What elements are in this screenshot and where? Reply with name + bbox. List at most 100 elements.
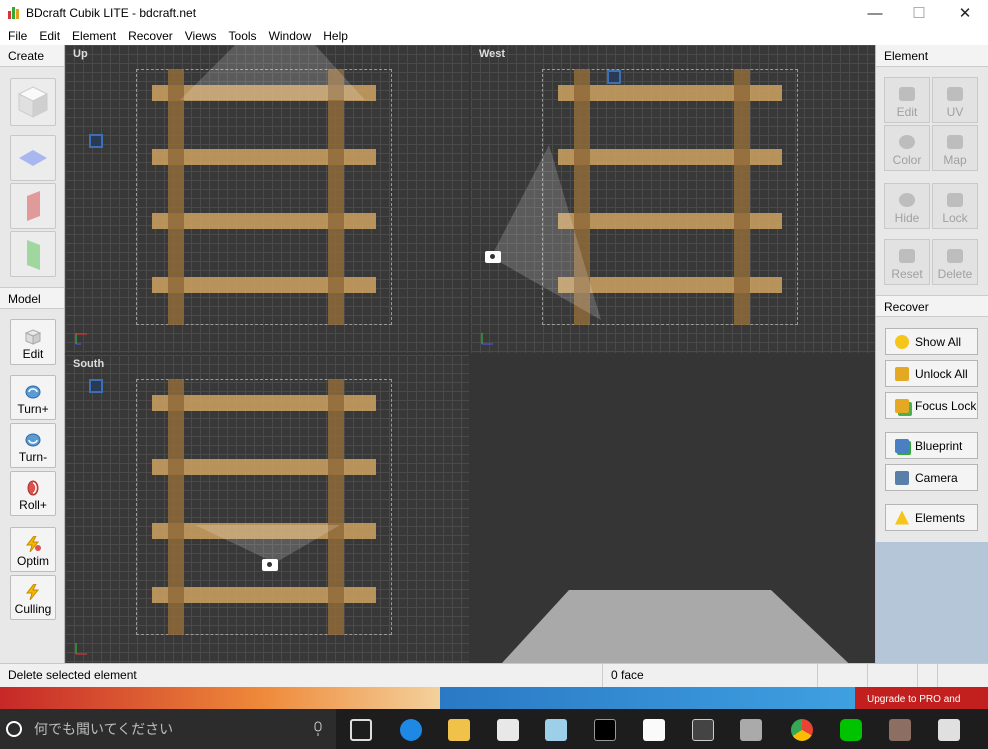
element-delete-button[interactable]: Delete <box>932 239 978 285</box>
unlock-all-button[interactable]: Unlock All <box>885 360 978 387</box>
snipping-tool-icon[interactable] <box>545 719 567 741</box>
unlock-all-label: Unlock All <box>915 366 968 381</box>
edit-cube-icon <box>24 329 42 345</box>
element-uv-button[interactable]: UV <box>932 77 978 123</box>
status-message: Delete selected element <box>0 664 603 687</box>
camera-icon[interactable] <box>485 251 501 263</box>
create-plane-horizontal-button[interactable] <box>10 135 56 181</box>
menu-window[interactable]: Window <box>263 29 318 43</box>
title-bar: BDcraft Cubik LITE - bdcraft.net — ☐ ✕ <box>0 0 988 26</box>
culling-label: Culling <box>14 602 52 616</box>
viewport-perspective[interactable] <box>471 355 875 663</box>
element-uv-label: UV <box>946 105 964 119</box>
menu-tools[interactable]: Tools <box>223 29 263 43</box>
turn-minus-button[interactable]: Turn- <box>10 423 56 468</box>
create-plane-red-button[interactable] <box>10 183 56 229</box>
unlock-icon <box>895 366 909 381</box>
optim-label: Optim <box>16 554 49 568</box>
blueprint-button[interactable]: Blueprint <box>885 432 978 459</box>
camera-icon[interactable] <box>262 559 278 571</box>
right-panel: Element Edit UV Color Map Hide Lock Rese… <box>875 45 988 663</box>
viewport-west[interactable]: West <box>471 45 875 353</box>
bulb-icon <box>895 334 909 349</box>
node-marker-icon[interactable] <box>89 134 103 148</box>
calculator-icon[interactable] <box>692 719 714 741</box>
roll-plus-label: Roll+ <box>19 498 47 512</box>
rail-vertical <box>328 69 344 325</box>
roll-plus-button[interactable]: Roll+ <box>10 471 56 516</box>
element-lock-button[interactable]: Lock <box>932 183 978 229</box>
create-plane-green-button[interactable] <box>10 231 56 277</box>
color-icon <box>899 135 915 149</box>
vertical-plane-green-icon <box>27 240 40 270</box>
element-edit-label: Edit <box>896 105 918 119</box>
element-color-label: Color <box>892 153 922 167</box>
notepad-icon[interactable] <box>643 719 665 741</box>
viewport-south[interactable]: South <box>65 355 469 663</box>
banner-upgrade-text[interactable]: Upgrade to PRO and <box>855 687 988 709</box>
menu-bar: File Edit Element Recover Views Tools Wi… <box>0 26 988 45</box>
optim-button[interactable]: Optim <box>10 527 56 572</box>
camera-cone <box>491 145 601 320</box>
show-all-button[interactable]: Show All <box>885 328 978 355</box>
element-reset-button[interactable]: Reset <box>884 239 930 285</box>
file-explorer-icon[interactable] <box>448 719 470 741</box>
menu-edit[interactable]: Edit <box>33 29 66 43</box>
element-color-button[interactable]: Color <box>884 125 930 171</box>
maximize-button[interactable]: ☐ <box>896 0 942 26</box>
blueprint-label: Blueprint <box>915 438 963 453</box>
cubik-taskbar-icon[interactable] <box>938 719 960 741</box>
recover-header: Recover <box>876 295 988 317</box>
turn-plus-button[interactable]: Turn+ <box>10 375 56 420</box>
line-icon[interactable] <box>840 719 862 741</box>
element-edit-button[interactable]: Edit <box>884 77 930 123</box>
element-map-button[interactable]: Map <box>932 125 978 171</box>
model-edit-label: Edit <box>22 347 44 361</box>
culling-button[interactable]: Culling <box>10 575 56 620</box>
show-all-label: Show All <box>915 334 962 349</box>
menu-help[interactable]: Help <box>317 29 354 43</box>
focus-lock-button[interactable]: Focus Lock <box>885 392 978 419</box>
roll-plus-icon <box>27 480 39 496</box>
turn-plus-label: Turn+ <box>17 402 49 416</box>
edge-browser-icon[interactable] <box>400 719 422 741</box>
cube-icon <box>17 86 49 118</box>
node-marker-icon[interactable] <box>89 379 103 393</box>
cortana-icon <box>6 721 22 737</box>
viewport-up[interactable]: Up <box>65 45 469 353</box>
viewport-west-label: West <box>479 48 506 60</box>
menu-views[interactable]: Views <box>179 29 223 43</box>
turn-minus-icon <box>25 433 41 447</box>
microphone-icon[interactable] <box>312 721 324 737</box>
taskbar-search[interactable]: 何でも聞いてください <box>0 709 336 749</box>
camera-button[interactable]: Camera <box>885 464 978 491</box>
app-logo-icon <box>8 7 20 19</box>
banner-art <box>0 687 440 709</box>
rail-vertical <box>168 379 184 635</box>
task-view-icon[interactable] <box>350 719 372 741</box>
turn-minus-label: Turn- <box>18 450 48 464</box>
chrome-icon[interactable] <box>791 719 813 741</box>
command-prompt-icon[interactable] <box>594 719 616 741</box>
menu-element[interactable]: Element <box>66 29 122 43</box>
map-icon <box>947 135 963 149</box>
banner-art <box>440 687 855 709</box>
model-header: Model <box>0 287 64 309</box>
media-icon[interactable] <box>740 719 762 741</box>
close-button[interactable]: ✕ <box>942 0 988 26</box>
minimize-button[interactable]: — <box>852 0 898 26</box>
horizontal-plane-icon <box>19 150 47 166</box>
ad-banner[interactable]: Upgrade to PRO and <box>0 687 988 709</box>
minecraft-icon[interactable] <box>889 719 911 741</box>
store-icon[interactable] <box>497 719 519 741</box>
node-marker-icon[interactable] <box>607 70 621 84</box>
element-hide-button[interactable]: Hide <box>884 183 930 229</box>
menu-file[interactable]: File <box>0 29 33 43</box>
menu-recover[interactable]: Recover <box>122 29 179 43</box>
create-cube-button[interactable] <box>10 78 56 126</box>
camera-cone <box>180 45 365 100</box>
face-count: 0 face <box>603 664 818 687</box>
elements-button[interactable]: Elements <box>885 504 978 531</box>
camera-label: Camera <box>915 470 958 485</box>
model-edit-button[interactable]: Edit <box>10 319 56 365</box>
